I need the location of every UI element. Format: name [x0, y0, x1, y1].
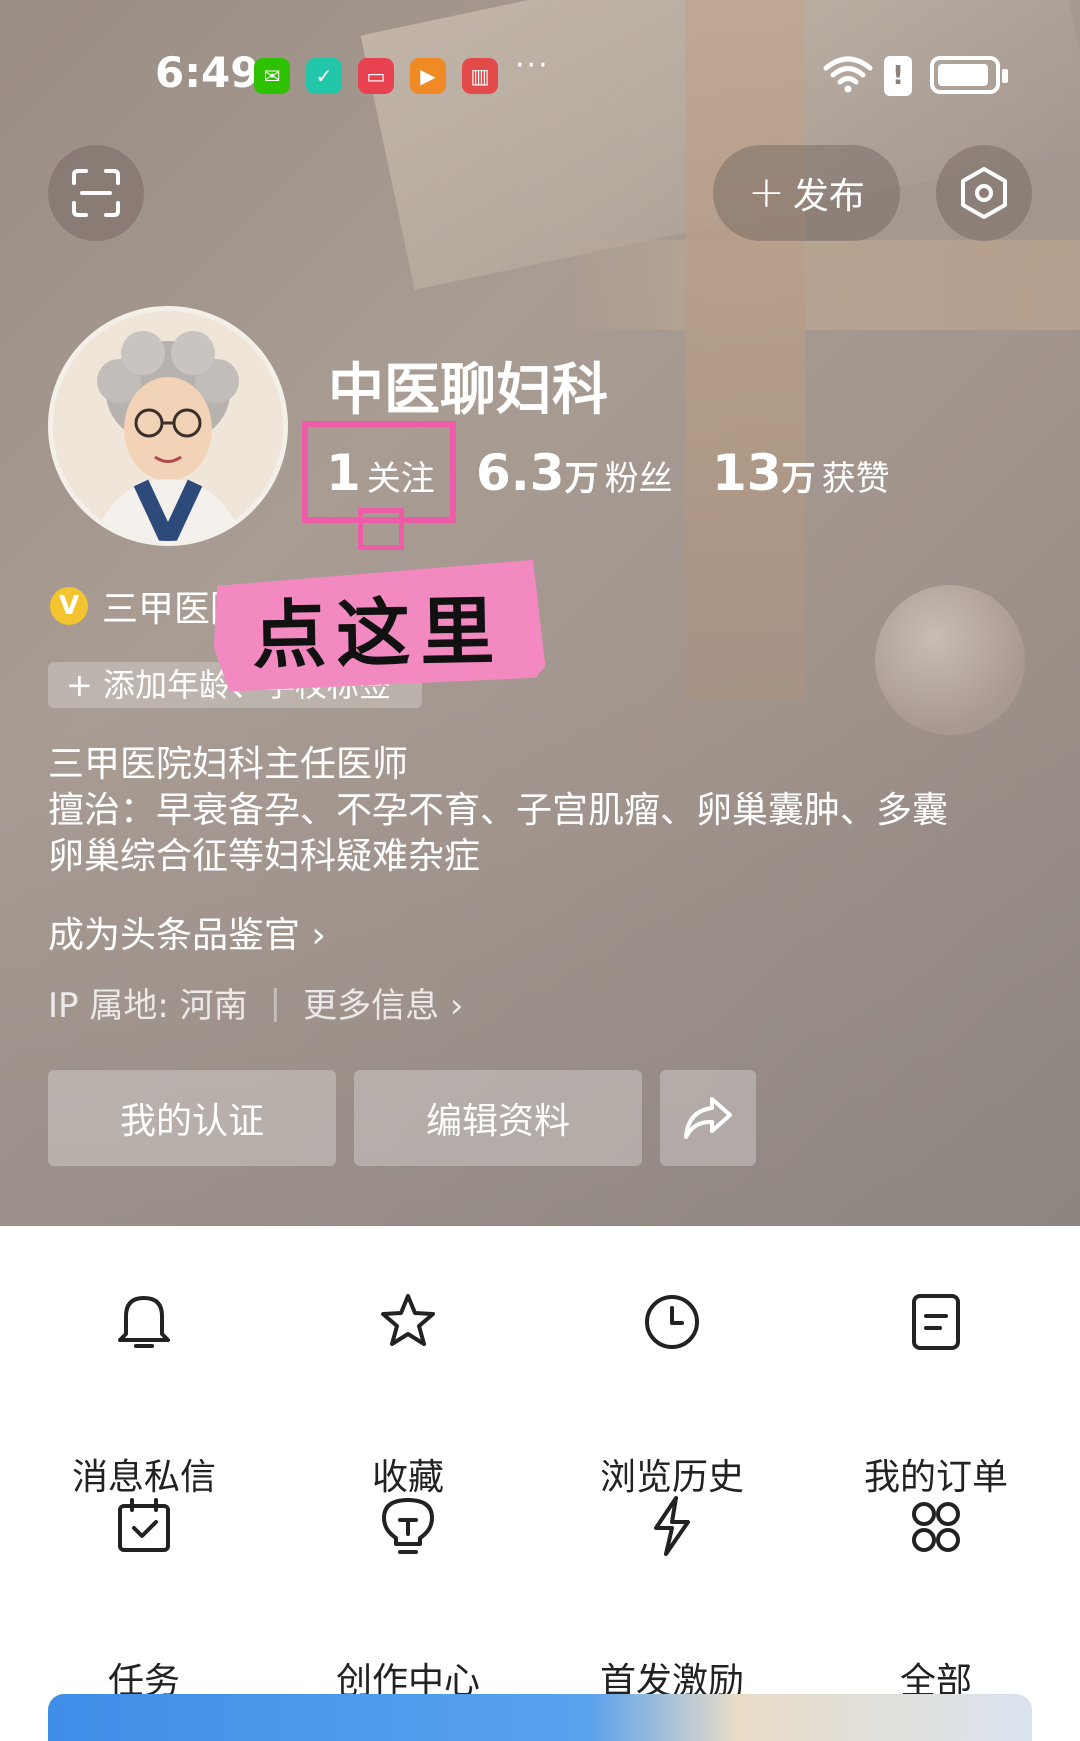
- bio-line: 卵巢综合征等妇科疑难杂症: [48, 836, 481, 877]
- status-time: 6:49: [155, 48, 260, 97]
- grid-icon: [912, 1502, 960, 1552]
- verified-badge-icon: V: [50, 587, 88, 625]
- bell-icon: [118, 1296, 170, 1348]
- profile-name: 中医聊妇科: [328, 358, 608, 423]
- fans-count: 6.3: [476, 444, 565, 502]
- divider: |: [269, 982, 282, 1023]
- likes-unit: 万: [781, 459, 816, 499]
- my-certification-button[interactable]: 我的认证: [48, 1070, 336, 1166]
- calendar-check-icon: [118, 1498, 170, 1552]
- menu-item-favorites[interactable]: 收藏: [276, 1290, 540, 1498]
- lightbulb-icon: [382, 1498, 434, 1554]
- menu-label: 收藏: [371, 1457, 444, 1498]
- settings-icon: [961, 167, 1007, 219]
- avatar[interactable]: [48, 306, 288, 546]
- wechat-icon: ✉: [254, 58, 290, 94]
- fans-label: 粉丝: [604, 459, 673, 499]
- video-app-icon: ▶: [410, 58, 446, 94]
- alert-icon: !: [884, 56, 912, 96]
- menu-item-creator-center[interactable]: 创作中心: [276, 1494, 540, 1702]
- menu-label: 我的订单: [863, 1457, 1008, 1498]
- more-notifications-icon: ···: [515, 48, 550, 83]
- annotation-connector-box: [358, 508, 404, 550]
- status-bar: 6:49 ✉ ✓ ▭ ▶ ▥ ··· !: [0, 40, 1080, 110]
- critic-link[interactable]: 成为头条品鉴官 ›: [48, 906, 326, 958]
- scan-button[interactable]: [48, 145, 144, 241]
- profile-bio: 三甲医院妇科主任医师 擅治：早衰备孕、不孕不育、子宫肌瘤、卵巢囊肿、多囊 卵巢综…: [48, 742, 1038, 880]
- bio-line: 擅治：早衰备孕、不孕不育、子宫肌瘤、卵巢囊肿、多囊: [48, 790, 949, 831]
- annotation-text: 点这里: [251, 588, 505, 679]
- bio-line: 三甲医院妇科主任医师: [48, 744, 409, 785]
- shield-app-icon: ✓: [306, 58, 342, 94]
- menu-label: 消息私信: [71, 1457, 216, 1498]
- ip-row: IP 属地: 河南 | 更多信息 ›: [48, 978, 463, 1027]
- book-app-icon: ▥: [462, 58, 498, 94]
- publish-label: 发布: [792, 176, 865, 217]
- menu-item-messages[interactable]: 消息私信: [12, 1290, 276, 1498]
- likes-count: 13: [712, 444, 782, 502]
- share-button[interactable]: [660, 1070, 756, 1166]
- menu-item-history[interactable]: 浏览历史: [540, 1290, 804, 1498]
- edit-profile-button[interactable]: 编辑资料: [354, 1070, 642, 1166]
- avatar-illustration: [53, 311, 283, 541]
- settings-button[interactable]: [936, 145, 1032, 241]
- fans-stat[interactable]: 6.3万 粉丝: [476, 444, 673, 502]
- ip-location: IP 属地: 河南: [48, 986, 248, 1026]
- promo-banner[interactable]: [48, 1694, 1032, 1741]
- menu-item-first-release[interactable]: 首发激励: [540, 1494, 804, 1702]
- menu-item-tasks[interactable]: 任务: [12, 1494, 276, 1702]
- fans-unit: 万: [564, 459, 599, 499]
- huawei-app-icon: ▭: [358, 58, 394, 94]
- share-icon: [684, 1097, 732, 1139]
- background-beam: [560, 240, 1080, 330]
- plus-icon: +: [748, 167, 785, 218]
- battery-icon: [930, 56, 1008, 94]
- likes-stat[interactable]: 13万 获赞: [712, 444, 890, 502]
- menu-label: 浏览历史: [599, 1457, 744, 1498]
- wifi-icon: [823, 56, 873, 93]
- order-icon: [912, 1294, 960, 1350]
- likes-label: 获赞: [821, 459, 890, 499]
- menu-item-orders[interactable]: 我的订单: [804, 1290, 1068, 1498]
- more-info-link[interactable]: 更多信息 ›: [303, 978, 463, 1027]
- scan-icon: [72, 169, 120, 217]
- menu-item-all[interactable]: 全部: [804, 1494, 1068, 1702]
- clock-icon: [645, 1295, 699, 1349]
- star-icon: [381, 1294, 435, 1346]
- publish-button[interactable]: + 发布: [713, 145, 900, 241]
- lightning-icon: [654, 1496, 690, 1556]
